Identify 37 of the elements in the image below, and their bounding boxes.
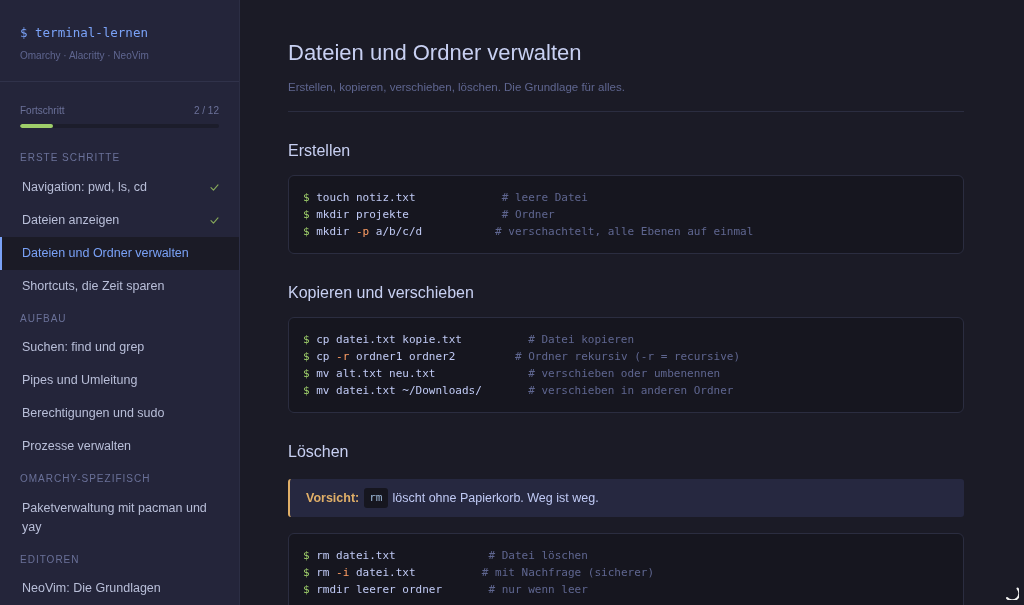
section-label: EDITOREN bbox=[20, 553, 80, 566]
nav-item[interactable]: Prozesse verwalten bbox=[0, 430, 239, 463]
code-line: $ mv alt.txt neu.txt # verschieben oder umbenennen bbox=[303, 365, 721, 382]
callout-text: löscht ohne Papierkorb. Weg ist weg. bbox=[392, 491, 599, 505]
progress-label: Fortschritt bbox=[20, 104, 65, 118]
spinner-icon bbox=[1005, 586, 1019, 600]
section-label: AUFBAU bbox=[20, 312, 67, 325]
nav-item[interactable]: Dateien und Ordner verwalten bbox=[0, 236, 239, 270]
brand-subtitle: Omarchy · Alacritty · NeoVim bbox=[20, 49, 149, 63]
page-title: Dateien und Ordner verwalten bbox=[288, 39, 582, 67]
inline-code: rm bbox=[364, 488, 388, 508]
nav-item[interactable]: Suchen: find und grep bbox=[0, 331, 239, 364]
section-label: ERSTE SCHRITTE bbox=[20, 152, 121, 164]
section-heading: Löschen bbox=[288, 442, 349, 462]
nav-item[interactable]: Paketverwaltung mit pacman und yay bbox=[0, 491, 239, 544]
nav-item[interactable]: Pipes und Umleitung bbox=[0, 364, 239, 397]
code-line: $ mkdir -p a/b/c/d # verschachtelt, alle Ebenen auf einmal bbox=[303, 223, 754, 240]
section-heading: Erstellen bbox=[288, 141, 351, 161]
section-heading: Kopieren und verschieben bbox=[288, 283, 474, 303]
brand-title: $ terminal-lernen bbox=[20, 24, 148, 42]
code-line: $ mkdir projekte # Ordner bbox=[303, 206, 555, 223]
section-label: OMARCHY-SPEZIFISCH bbox=[20, 473, 151, 485]
nav-item[interactable]: Navigation: pwd, ls, cd bbox=[0, 170, 239, 204]
code-line: $ cp -r ordner1 ordner2 # Ordner rekursiv (-r = recursive) bbox=[303, 348, 741, 365]
nav-item[interactable]: Berechtigungen und sudo bbox=[0, 397, 239, 430]
progress-count: 2 / 12 bbox=[193, 104, 219, 118]
nav-item[interactable]: NeoVim: Die Grundlagen bbox=[0, 572, 239, 605]
code-line: $ rm -i datei.txt # mit Nachfrage (sicherer) bbox=[303, 564, 654, 581]
code-line: $ touch notiz.txt # leere Datei bbox=[303, 189, 588, 206]
callout-label: Vorsicht: bbox=[306, 491, 360, 505]
nav-item[interactable]: Dateien anzeigen bbox=[0, 203, 239, 237]
code-line: $ rmdir leerer ordner # nur wenn leer bbox=[303, 581, 588, 598]
nav-item[interactable]: Shortcuts, die Zeit sparen bbox=[0, 269, 239, 303]
code-line: $ mv datei.txt ~/Downloads/ # verschieben in anderen Ordner bbox=[303, 382, 734, 399]
code-line: $ rm datei.txt # Datei löschen bbox=[303, 547, 588, 564]
code-line: $ cp datei.txt kopie.txt # Datei kopieren bbox=[303, 331, 635, 348]
page-subtitle: Erstellen, kopieren, verschieben, löschen. Die Grundlage für alles. bbox=[288, 80, 625, 95]
